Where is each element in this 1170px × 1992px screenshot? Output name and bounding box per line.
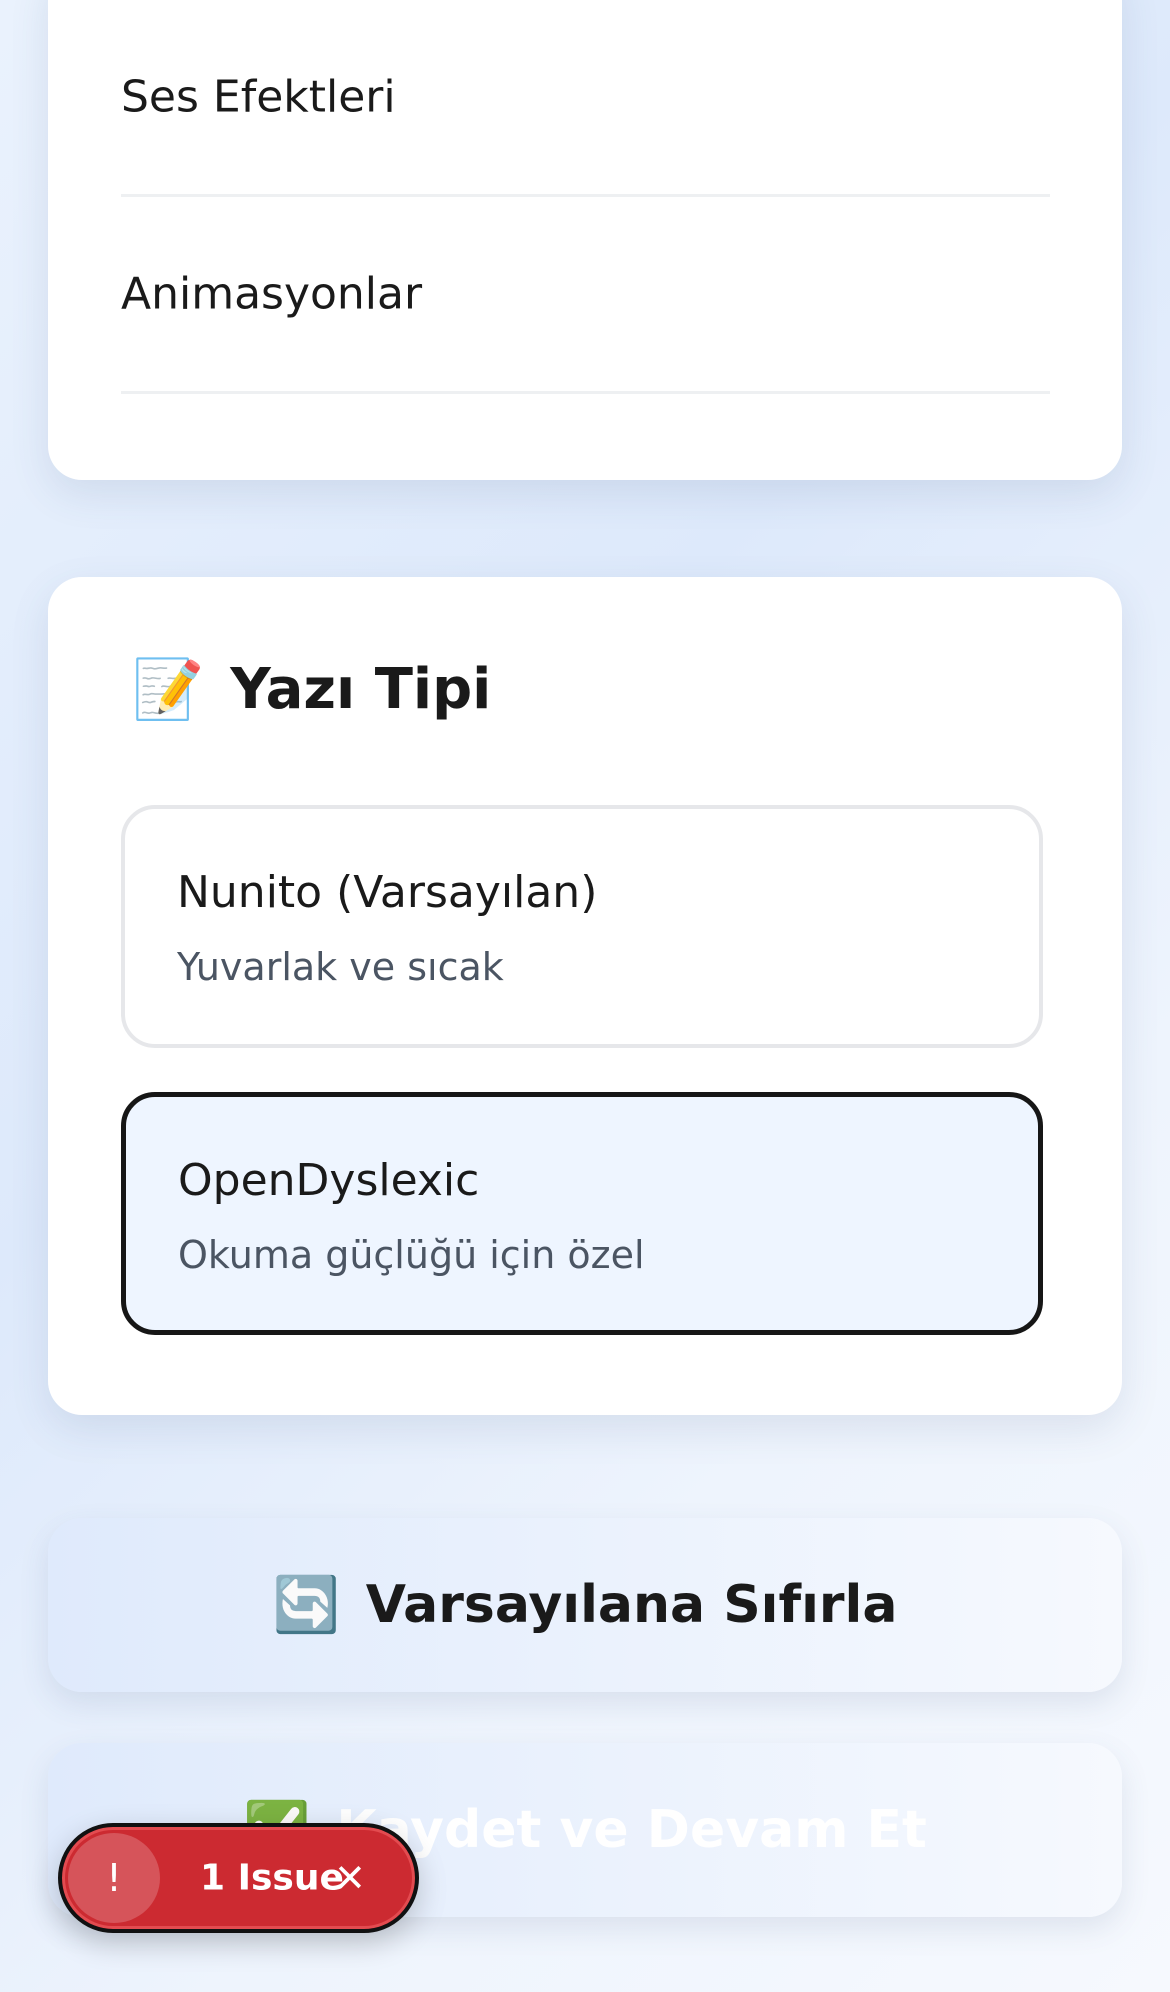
section-title: Yazı Tipi: [230, 657, 492, 722]
setting-label: Animasyonlar: [121, 268, 423, 320]
font-option-nunito[interactable]: Nunito (Varsayılan) Yuvarlak ve sıcak: [121, 805, 1043, 1048]
option-title: Nunito (Varsayılan): [177, 867, 598, 918]
setting-row-sound-effects[interactable]: Ses Efektleri: [121, 0, 1050, 197]
settings-card: Ses Efektleri Animasyonlar: [48, 0, 1122, 480]
setting-label: Ses Efektleri: [121, 71, 396, 123]
memo-icon: 📝: [132, 655, 205, 723]
issue-count: 1 Issue: [200, 1857, 344, 1899]
option-subtitle: Yuvarlak ve sıcak: [177, 945, 504, 989]
font-option-opendyslexic[interactable]: OpenDyslexic Okuma güçlüğü için özel: [121, 1092, 1043, 1335]
close-icon[interactable]: ✕: [334, 1856, 366, 1900]
font-card: 📝 Yazı Tipi Nunito (Varsayılan) Yuvarlak…: [48, 577, 1122, 1415]
reset-defaults-button[interactable]: 🔄 Varsayılana Sıfırla: [48, 1518, 1122, 1692]
button-label: Varsayılana Sıfırla: [365, 1575, 898, 1635]
setting-row-animations[interactable]: Animasyonlar: [121, 197, 1050, 394]
option-subtitle: Okuma güçlüğü için özel: [178, 1233, 645, 1277]
issue-badge[interactable]: ! 1 Issue ✕: [58, 1823, 419, 1933]
alert-icon: !: [68, 1833, 160, 1923]
option-title: OpenDyslexic: [178, 1155, 480, 1206]
button-label: Kaydet ve Devam Et: [336, 1800, 927, 1860]
section-header: 📝 Yazı Tipi: [132, 655, 491, 724]
refresh-icon: 🔄: [272, 1573, 340, 1636]
